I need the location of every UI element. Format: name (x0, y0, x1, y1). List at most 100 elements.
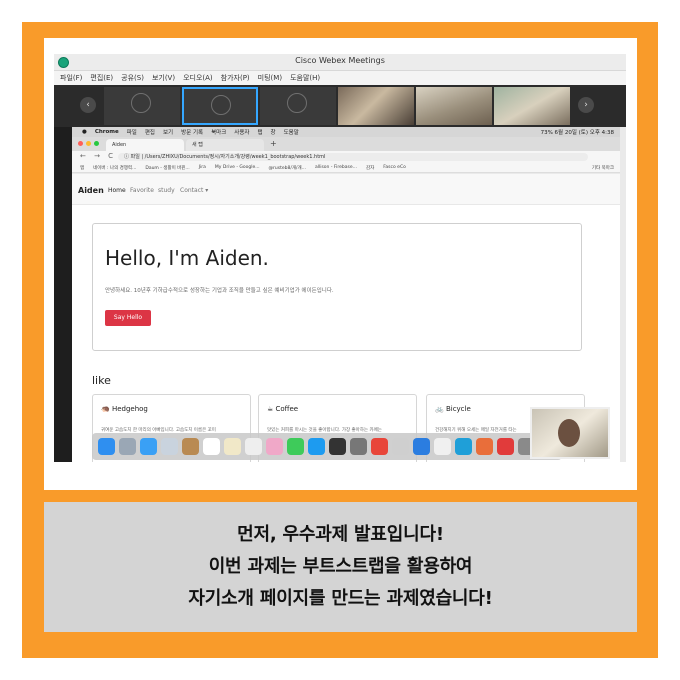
mac-dock (92, 433, 562, 460)
menu-participants[interactable]: 참가자(P) (221, 73, 250, 83)
keynote-icon[interactable] (434, 438, 451, 455)
webex-dock-icon[interactable] (392, 438, 409, 455)
bookmarks-bar: 앱 네이버 : 나의 경쟁력... Daum - 생활이 바뀐... Jira … (72, 163, 620, 173)
bookmark-item[interactable]: @rusteb8/개/개... (269, 165, 306, 171)
screen-margin (54, 127, 72, 462)
mac-menubar: ● Chrome 파일 편집 보기 방문 기록 북마크 사용자 탭 창 도움말 … (72, 127, 620, 137)
mac-menu-item[interactable]: 보기 (163, 128, 173, 136)
card-title: 🦔 Hedgehog (101, 405, 148, 413)
participant-tile-selected[interactable] (182, 87, 258, 125)
avatar-icon (211, 95, 231, 115)
menu-share[interactable]: 공유(S) (121, 73, 144, 83)
bookmark-item[interactable]: 감자 (366, 165, 374, 171)
mac-menu-item[interactable]: 창 (271, 128, 276, 136)
mac-status-area: 73% 6월 20일 (토) 오후 4:38 (540, 130, 614, 136)
navbar-brand[interactable]: Aiden (78, 186, 104, 195)
reminders-icon[interactable] (245, 438, 262, 455)
terminal-icon[interactable] (329, 438, 346, 455)
nav-contact-dropdown[interactable]: Contact ▾ (180, 187, 208, 194)
close-window-icon[interactable] (78, 141, 83, 146)
mac-menu-item[interactable]: 도움말 (284, 128, 299, 136)
prev-participants-button[interactable]: ‹ (80, 97, 96, 113)
menu-meeting[interactable]: 미팅(M) (258, 73, 282, 83)
mac-menu-item[interactable]: 탭 (257, 128, 262, 136)
notes-icon[interactable] (182, 438, 199, 455)
participant-tile[interactable] (260, 87, 336, 125)
safari-icon[interactable] (140, 438, 157, 455)
caption-line-3: 자기소개 페이지를 만드는 과제였습니다! (188, 588, 493, 609)
card-title: 🚲 Bicycle (435, 405, 471, 413)
bookmark-item[interactable]: allison - Firebase... (315, 165, 357, 170)
stickies-icon[interactable] (224, 438, 241, 455)
app-store-icon[interactable] (308, 438, 325, 455)
launchpad-icon[interactable] (119, 438, 136, 455)
mac-menu-item[interactable]: Chrome (95, 129, 119, 135)
bookmark-item[interactable]: 앱 (80, 165, 84, 171)
minimize-window-icon[interactable] (86, 141, 91, 146)
participant-video-tile[interactable] (338, 87, 414, 125)
bookmark-item[interactable]: My Drive - Google... (215, 165, 260, 170)
nav-home[interactable]: Home (108, 187, 126, 194)
toolbox-icon[interactable] (497, 438, 514, 455)
menu-edit[interactable]: 편집(E) (90, 73, 113, 83)
menu-file[interactable]: 파일(F) (60, 73, 82, 83)
next-participants-button[interactable]: › (578, 97, 594, 113)
hero-intro: 안녕하세요. 10년후 기하급수적으로 성장하는 기업과 조직을 만들고 싶은 … (105, 288, 334, 294)
bookmark-item[interactable]: Jira (199, 165, 206, 170)
finder-icon[interactable] (98, 438, 115, 455)
webex-title: Cisco Webex Meetings (295, 56, 385, 65)
participant-video-tile[interactable] (416, 87, 492, 125)
self-video-preview[interactable] (530, 407, 610, 459)
vscode-icon[interactable] (413, 438, 430, 455)
participant-video-tile[interactable] (494, 87, 570, 125)
zoom-window-icon[interactable] (94, 141, 99, 146)
avatar-icon (131, 93, 151, 113)
facetime-icon[interactable] (287, 438, 304, 455)
nav-favorite[interactable]: Favorite (130, 187, 154, 194)
address-bar[interactable]: ⓘ 파일 | /Users/ZHIXU/Documents/정시/자기소개/강령… (118, 153, 588, 161)
shared-screen: ● Chrome 파일 편집 보기 방문 기록 북마크 사용자 탭 창 도움말 … (54, 127, 626, 462)
window-controls (78, 141, 99, 146)
mac-menu-item[interactable]: 북마크 (211, 128, 226, 136)
mac-menu-item[interactable]: 방문 기록 (181, 128, 203, 136)
settings-icon[interactable] (350, 438, 367, 455)
caption-line-2: 이번 과제는 부트스트랩을 활용하여 (208, 556, 473, 577)
app-icon[interactable] (476, 438, 493, 455)
avatar-icon (287, 93, 307, 113)
card-title: ☕ Coffee (267, 405, 299, 413)
webex-menubar: 파일(F) 편집(E) 공유(S) 보기(V) 오디오(A) 참가자(P) 미팅… (54, 71, 626, 85)
jumbotron: Hello, I'm Aiden. 안녕하세요. 10년후 기하급수적으로 성장… (92, 223, 582, 351)
say-hello-button[interactable]: Say Hello (105, 310, 151, 326)
photos-icon[interactable] (266, 438, 283, 455)
person-silhouette (558, 419, 580, 447)
caption-line-1: 먼저, 우수과제 발표입니다! (237, 524, 444, 545)
menu-view[interactable]: 보기(V) (152, 73, 175, 83)
hero-heading: Hello, I'm Aiden. (105, 246, 269, 270)
like-section-title: like (92, 374, 111, 387)
participant-strip: ‹ › (54, 85, 626, 127)
caption-box: 먼저, 우수과제 발표입니다! 이번 과제는 부트스트랩을 활용하여 자기소개 … (44, 502, 637, 632)
bootstrap-navbar: Aiden Home Favorite study Contact ▾ (72, 174, 620, 205)
mac-menu-item[interactable]: 파일 (127, 128, 137, 136)
tab-aiden[interactable]: Aiden (106, 139, 184, 151)
bookmark-item[interactable]: 네이버 : 나의 경쟁력... (93, 165, 136, 171)
tab-new[interactable]: 새 탭 (186, 139, 264, 151)
calendar-icon[interactable] (203, 438, 220, 455)
participant-tile[interactable] (104, 87, 180, 125)
mac-menu-item[interactable]: 사용자 (234, 128, 249, 136)
chrome-icon[interactable] (371, 438, 388, 455)
app-icon[interactable] (455, 438, 472, 455)
menu-audio[interactable]: 오디오(A) (183, 73, 213, 83)
preview-icon[interactable] (161, 438, 178, 455)
mac-menu-item[interactable]: 편집 (145, 128, 155, 136)
chrome-tabbar: Aiden 새 탭 + (72, 137, 620, 151)
nav-study[interactable]: study (158, 187, 175, 194)
bookmark-item[interactable]: Fasco eCo (383, 165, 406, 170)
bookmark-item[interactable]: 기타 북마크 (592, 165, 620, 171)
chrome-toolbar: ← → C ⌂ ⓘ 파일 | /Users/ZHIXU/Documents/정시… (72, 151, 620, 163)
webex-titlebar: Cisco Webex Meetings (54, 54, 626, 71)
bookmark-item[interactable]: Daum - 생활이 바뀐... (145, 165, 189, 171)
new-tab-button[interactable]: + (270, 139, 277, 148)
menu-help[interactable]: 도움말(H) (290, 73, 320, 83)
apple-menu-icon[interactable]: ● (82, 129, 87, 135)
